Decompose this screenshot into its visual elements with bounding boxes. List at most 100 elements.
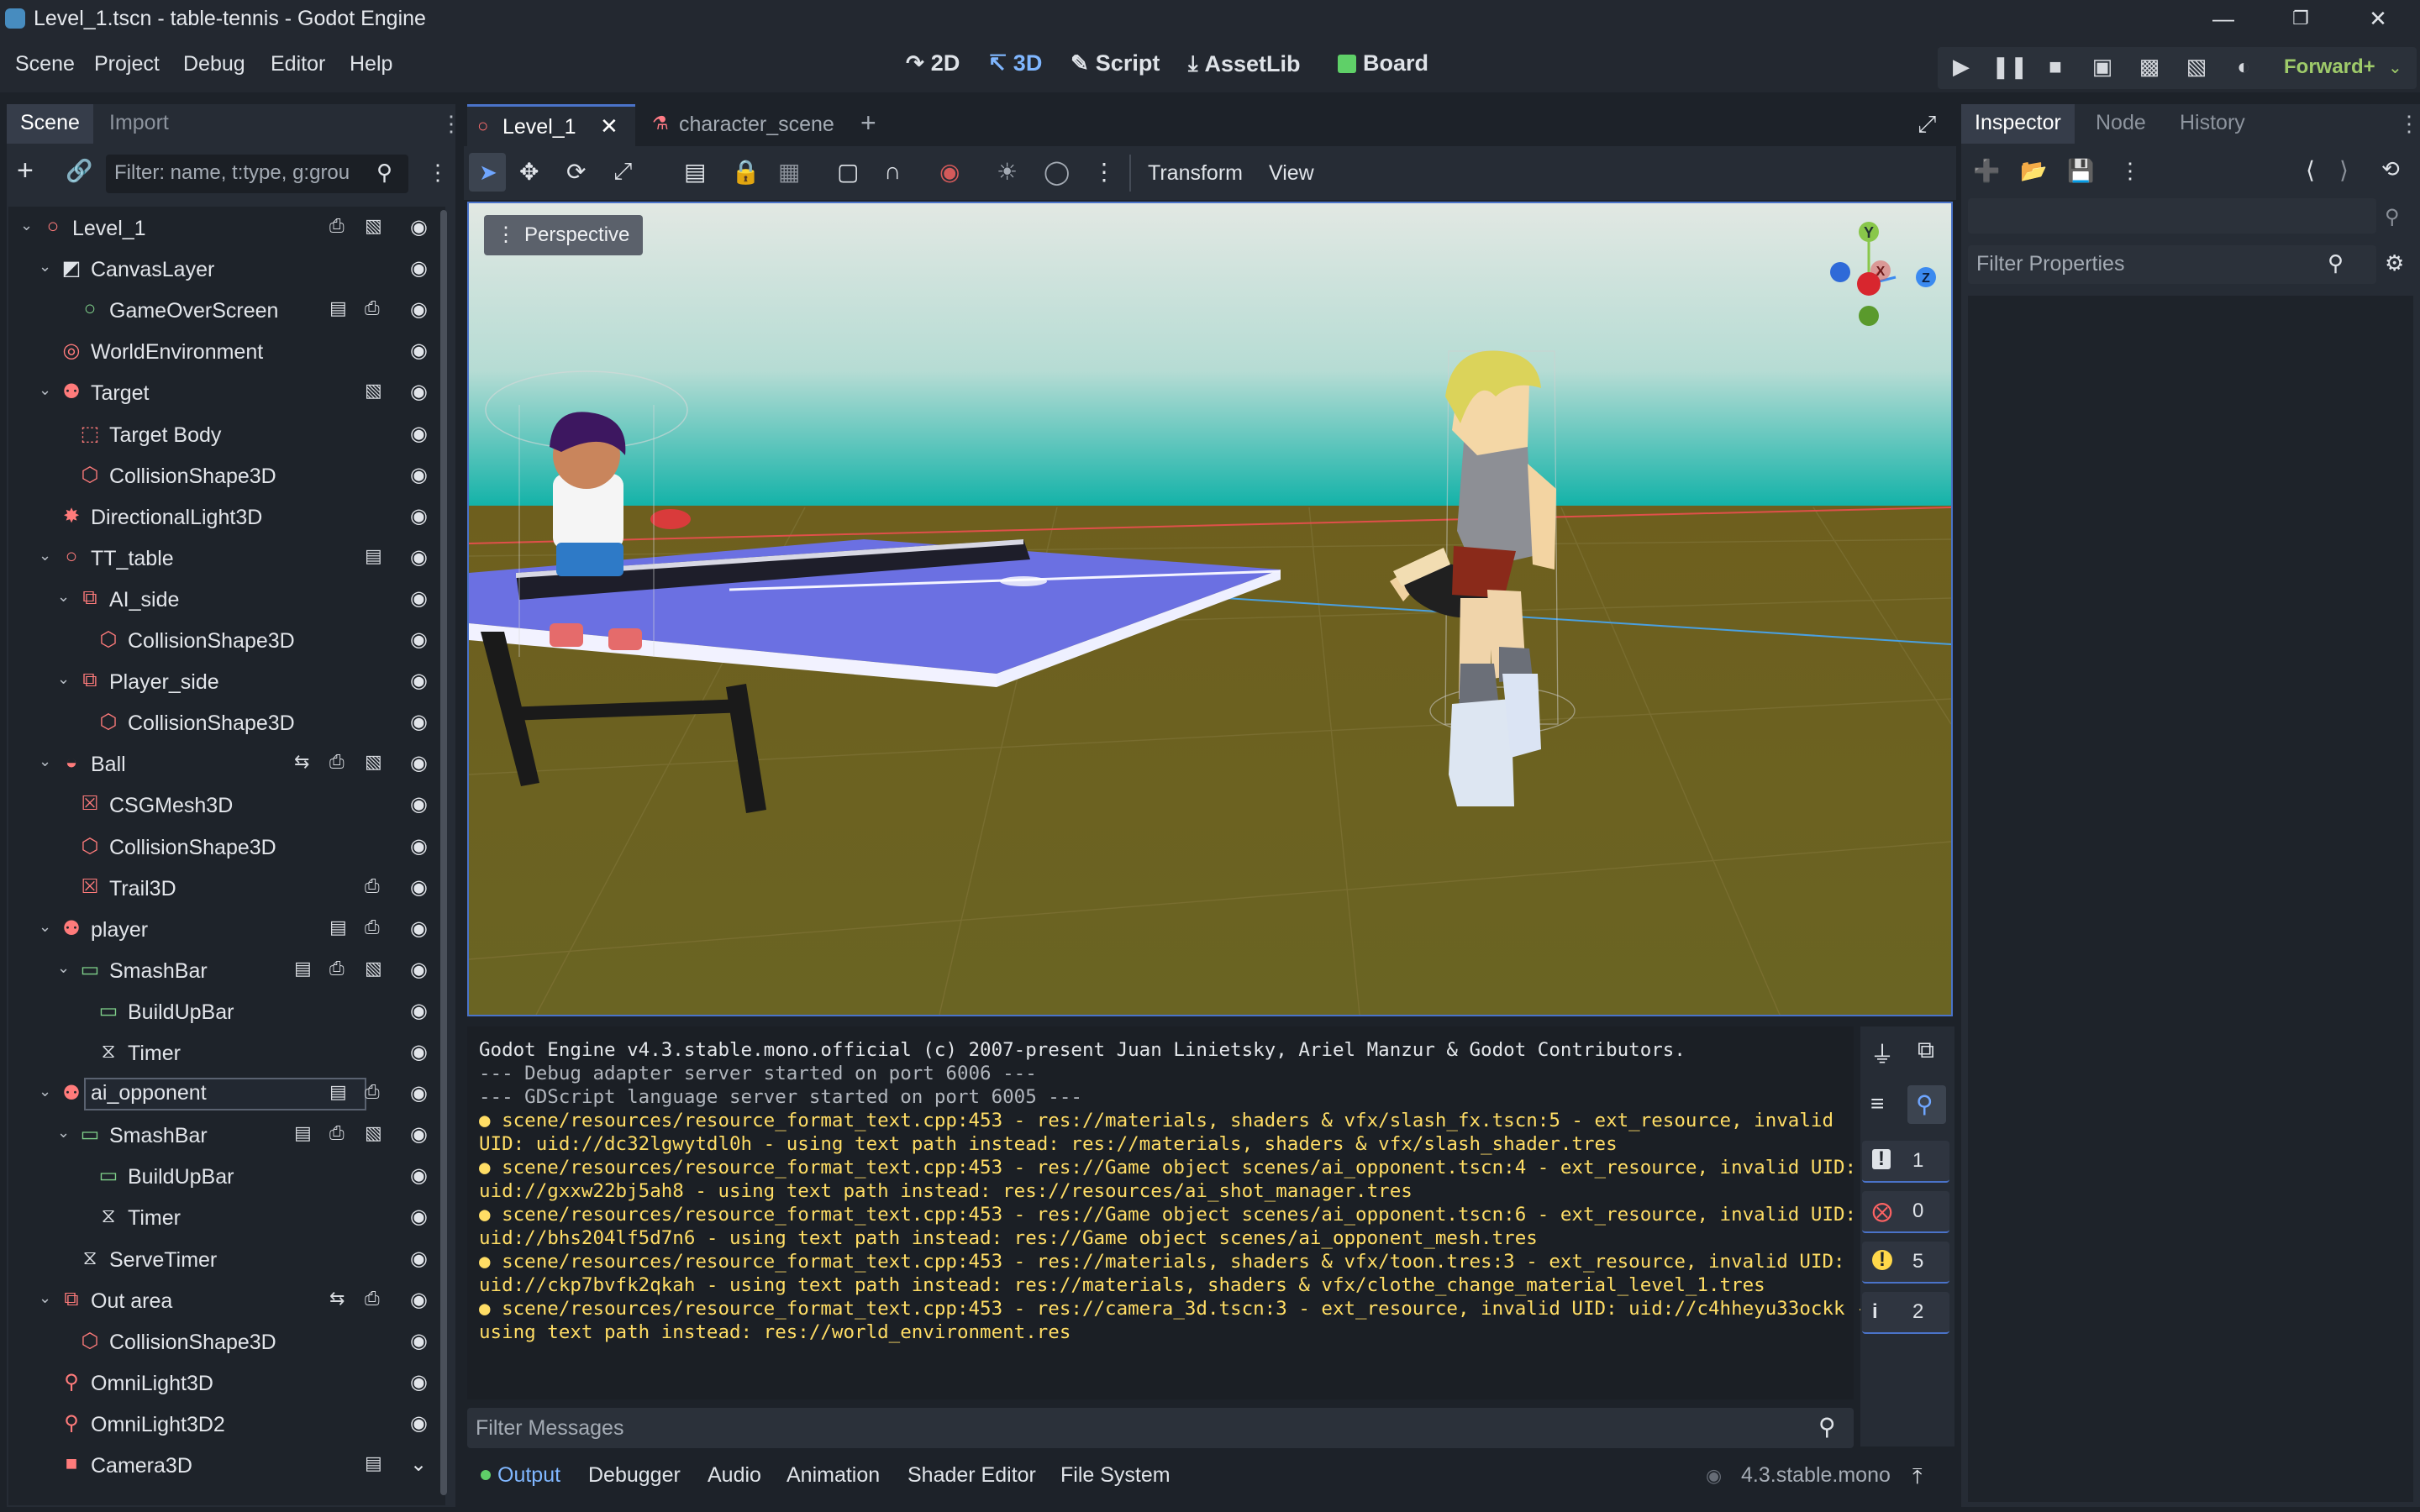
physics-interpolation-icon[interactable]: ◉ <box>939 158 960 186</box>
visibility-icon[interactable]: ◉ <box>410 1288 428 1312</box>
tree-item-omnilight3d[interactable]: ⚲ OmniLight3D ◉ <box>12 1362 439 1402</box>
visibility-icon[interactable]: ◉ <box>410 297 428 322</box>
visibility-icon[interactable]: ◉ <box>410 710 428 734</box>
tab-history[interactable]: History <box>2180 111 2245 135</box>
chevron-down-icon[interactable]: ⌄ <box>57 959 70 977</box>
scene-tree-scrollbar[interactable] <box>440 210 447 1495</box>
tab-output[interactable]: Output <box>497 1463 560 1488</box>
play-icon[interactable]: ▶ <box>1944 54 1978 80</box>
stop-icon[interactable]: ■ <box>2039 54 2072 80</box>
toolbar-menu-icon[interactable]: ⋮ <box>1092 158 1116 186</box>
list-select-icon[interactable]: ▤ <box>684 158 706 186</box>
tree-item-omnilight3d2[interactable]: ⚲ OmniLight3D2 ◉ <box>12 1403 439 1443</box>
visibility-icon[interactable]: ◉ <box>410 1411 428 1436</box>
3d-viewport[interactable]: Y X Z ⋮ Perspective <box>467 202 1953 1016</box>
visibility-icon[interactable]: ◉ <box>410 999 428 1023</box>
filter-messages-input[interactable]: Filter Messages <box>467 1408 1854 1448</box>
dock-menu-icon[interactable]: ⋮ <box>2398 111 2420 137</box>
workspace-board-button[interactable]: Board <box>1338 50 1428 76</box>
visibility-icon[interactable]: ◉ <box>410 751 428 775</box>
tab-animation[interactable]: Animation <box>786 1463 880 1488</box>
tree-item-smashbar[interactable]: ⌄ ▭ SmashBar ▤ ⎙ ▧ ◉ <box>12 1114 439 1154</box>
workspace-assetlib-button[interactable]: ⤓ AssetLib <box>1188 50 1301 77</box>
movie-maker-icon[interactable]: ◐ <box>2227 54 2260 80</box>
errors-filter-toggle[interactable]: ⨂ 0 <box>1862 1191 1949 1233</box>
play-scene-icon[interactable]: ▩ <box>2133 54 2166 80</box>
visibility-icon[interactable]: ◉ <box>410 916 428 941</box>
group-icon[interactable]: ▧ <box>365 751 382 773</box>
visibility-icon[interactable]: ◉ <box>410 1040 428 1064</box>
visibility-icon[interactable]: ◉ <box>410 422 428 446</box>
tree-item-tt-table[interactable]: ⌄ ○ TT_table ▤ ◉ <box>12 537 439 577</box>
clapper-icon[interactable]: ▤ <box>329 916 347 938</box>
tree-item-servetimer[interactable]: ⧖ ServeTimer ◉ <box>12 1238 439 1278</box>
tab-character-scene[interactable]: ⚗ character_scene <box>645 104 847 146</box>
chevron-down-icon[interactable]: ⌄ <box>39 258 51 276</box>
visibility-icon[interactable]: ◉ <box>410 380 428 404</box>
chevron-down-icon[interactable]: ⌄ <box>57 588 70 606</box>
workspace-2d-button[interactable]: ↷ 2D <box>906 50 960 76</box>
tree-item-timer[interactable]: ⧖ Timer ◉ <box>12 1032 439 1072</box>
tab-level-1[interactable]: ○ Level_1 ✕ <box>467 104 635 146</box>
clapper-icon[interactable]: ▤ <box>329 297 347 319</box>
group-icon[interactable]: ▧ <box>365 958 382 979</box>
visibility-icon[interactable]: ◉ <box>410 504 428 528</box>
clapper-icon[interactable]: ▤ <box>329 1081 347 1103</box>
select-mode-button[interactable]: ➤ <box>469 153 506 192</box>
scene-filter-input[interactable]: Filter: name, t:type, g:grou <box>106 155 408 193</box>
tab-import[interactable]: Import <box>109 111 169 135</box>
environment-preview-icon[interactable]: ◯ <box>1044 158 1070 186</box>
signal-icon[interactable]: ⇆ <box>294 751 309 773</box>
clapper-icon[interactable]: ▤ <box>365 545 382 567</box>
editor-messages-filter-toggle[interactable]: i 2 <box>1862 1292 1949 1334</box>
tree-item-collisionshape3d[interactable]: ⬡ CollisionShape3D ◉ <box>12 826 439 866</box>
history-icon[interactable]: ⟲ <box>2381 156 2400 182</box>
script-icon[interactable]: ⎙ <box>365 1081 380 1103</box>
restore-icon[interactable]: ❐ <box>2262 0 2339 37</box>
dock-menu-icon[interactable]: ⋮ <box>440 111 462 137</box>
visibility-icon[interactable]: ◉ <box>410 1163 428 1188</box>
renderer-selector[interactable]: Forward+ <box>2284 55 2375 79</box>
tree-item-ai-opponent[interactable]: ⌄ ⚉ ai_opponent ▤ ⎙ ◉ <box>12 1073 439 1113</box>
visibility-icon[interactable]: ◉ <box>410 545 428 570</box>
visibility-icon[interactable]: ◉ <box>410 1205 428 1229</box>
resource-menu-icon[interactable]: ⋮ <box>2119 158 2141 184</box>
visibility-icon[interactable]: ◉ <box>410 958 428 982</box>
group-icon[interactable]: ▧ <box>365 380 382 402</box>
chevron-down-icon[interactable]: ⌄ <box>2388 57 2402 78</box>
script-icon[interactable]: ⎙ <box>365 1288 380 1310</box>
view-menu[interactable]: View <box>1269 161 1314 186</box>
link-icon[interactable]: 🔗 <box>66 158 92 184</box>
script-icon[interactable]: ⎙ <box>329 751 345 773</box>
clapper-icon[interactable]: ▤ <box>365 1452 382 1474</box>
toggle-search-button[interactable]: ⚲ <box>1907 1085 1946 1124</box>
visibility-icon[interactable]: ◉ <box>410 1081 428 1105</box>
script-icon[interactable]: ⎙ <box>329 1122 345 1144</box>
chevron-down-icon[interactable]: ⌄ <box>57 670 70 688</box>
visibility-icon[interactable]: ◉ <box>410 1329 428 1353</box>
tree-item-player[interactable]: ⌄ ⚉ player ▤ ⎙ ◉ <box>12 908 439 948</box>
distraction-free-icon[interactable]: ⤢ <box>1918 111 1936 139</box>
menu-project[interactable]: Project <box>94 52 160 76</box>
visibility-icon[interactable]: ◉ <box>410 463 428 487</box>
tree-item-trail3d[interactable]: ⮽ Trail3D ⎙ ◉ <box>12 867 439 907</box>
visibility-icon[interactable]: ◉ <box>410 256 428 281</box>
tab-debugger[interactable]: Debugger <box>588 1463 681 1488</box>
tree-item-collisionshape3d[interactable]: ⬡ CollisionShape3D ◉ <box>12 454 439 495</box>
chevron-down-icon[interactable]: ⌄ <box>39 1289 51 1307</box>
scene-menu-icon[interactable]: ⋮ <box>427 160 449 186</box>
visibility-icon[interactable]: ◉ <box>410 834 428 858</box>
messages-filter-toggle[interactable]: ! 1 <box>1862 1141 1949 1183</box>
group-icon[interactable]: ▧ <box>365 215 382 237</box>
add-tab-icon[interactable]: + <box>860 108 876 139</box>
snap-icon[interactable]: ∩ <box>884 158 901 185</box>
close-icon[interactable]: ✕ <box>2339 0 2417 37</box>
chevron-down-icon[interactable]: ⌄ <box>20 217 33 234</box>
visibility-icon[interactable]: ◉ <box>410 1247 428 1271</box>
script-icon[interactable]: ⎙ <box>329 958 345 979</box>
tree-item-timer[interactable]: ⧖ Timer ◉ <box>12 1196 439 1236</box>
clapper-icon[interactable]: ▤ <box>294 1122 312 1144</box>
visibility-icon[interactable]: ◉ <box>410 215 428 239</box>
lock-icon[interactable]: 🔒 <box>731 158 760 186</box>
group-icon[interactable]: ▧ <box>365 1122 382 1144</box>
